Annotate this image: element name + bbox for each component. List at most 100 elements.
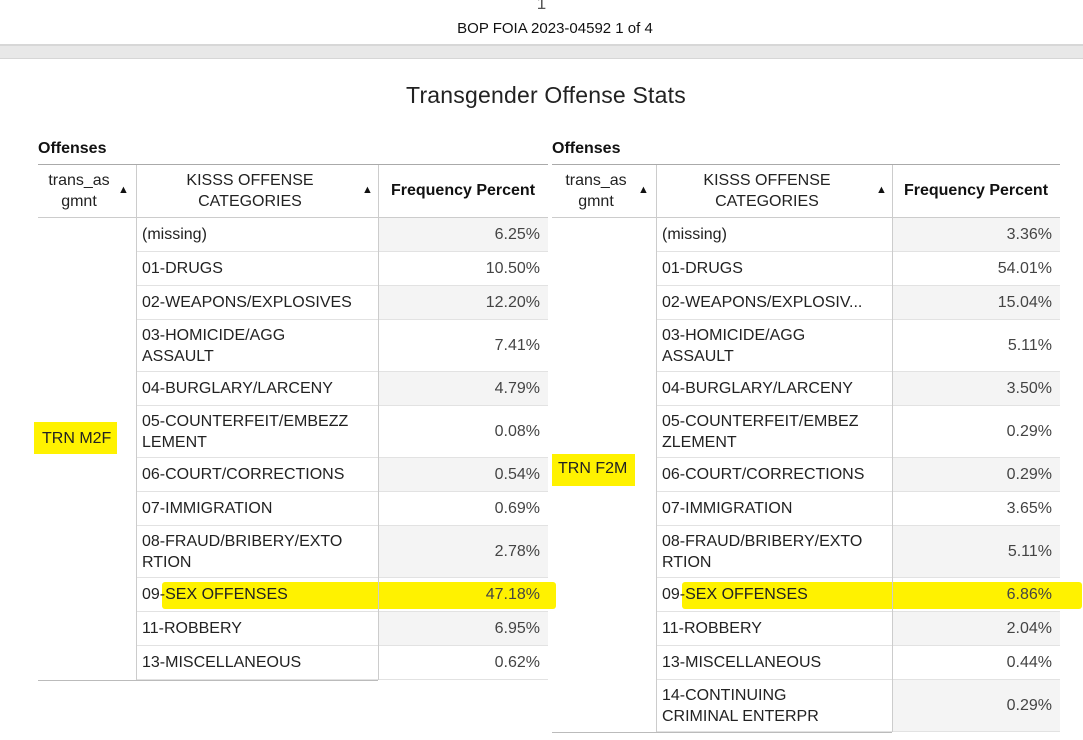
table-row: 11-ROBBERY 6.95% — [136, 612, 548, 646]
category-cell: 04-BURGLARY/LARCENY — [662, 380, 853, 397]
category-cell: 03-HOMICIDE/AGG ASSAULT — [142, 326, 286, 365]
header-category-column[interactable]: KISSS OFFENSE CATEGORIES — [136, 165, 364, 217]
category-cell: 05-COUNTERFEIT/EMBEZZLEMENT — [142, 412, 349, 451]
header-category-column[interactable]: KISSS OFFENSE CATEGORIES — [656, 165, 878, 217]
table-row: 04-BURGLARY/LARCENY 3.50% — [656, 372, 1060, 406]
group-value-trn-f2m: TRN F2M — [552, 454, 636, 486]
frequency-percent-cell: 10.50% — [485, 259, 540, 277]
category-cell: 04-BURGLARY/LARCENY — [142, 380, 333, 397]
table-row: 03-HOMICIDE/AGG ASSAULT 7.41% — [136, 320, 548, 372]
table-header: trans_as gmnt ▲ KISSS OFFENSE CATEGORIES ▲ Fre… — [38, 164, 548, 218]
frequency-percent-cell: 3.36% — [1006, 225, 1052, 243]
frequency-percent-cell: 0.29% — [1006, 422, 1052, 440]
category-cell: 02-WEAPONS/EXPLOSIV... — [662, 294, 863, 311]
column-divider — [136, 218, 137, 680]
sort-ascending-icon[interactable]: ▲ — [638, 184, 649, 196]
category-cell: 13-MISCELLANEOUS — [142, 654, 302, 671]
category-cell: 05-COUNTERFEIT/EMBEZZLEMENT — [662, 412, 859, 451]
frequency-percent-cell: 2.04% — [1006, 619, 1052, 637]
category-cell: 08-FRAUD/BRIBERY/EXTO RTION — [142, 532, 343, 571]
table-row: 03-HOMICIDE/AGG ASSAULT 5.11% — [656, 320, 1060, 372]
frequency-percent-cell: 2.78% — [494, 542, 540, 560]
frequency-percent-cell: 4.79% — [494, 379, 540, 397]
category-cell: 09-SEX OFFENSES — [142, 586, 288, 603]
frequency-percent-cell: 5.11% — [1007, 336, 1052, 354]
category-cell: 09-SEX OFFENSES — [662, 586, 808, 603]
header-frequency-percent[interactable]: Frequency Percent — [378, 165, 548, 217]
header-group-column[interactable]: trans_as gmnt — [38, 165, 120, 217]
offense-table-m2f: Offenses trans_as gmnt ▲ KISSS OFFENSE CATEGO… — [34, 140, 556, 681]
table-row: 04-BURGLARY/LARCENY 4.79% — [136, 372, 548, 406]
table-row: 05-COUNTERFEIT/EMBEZ ZLEMENT 0.29% — [656, 406, 1060, 458]
table-row: (missing) 3.36% — [656, 218, 1060, 252]
table-bottom-border — [38, 680, 378, 681]
frequency-percent-cell: 0.08% — [494, 422, 540, 440]
column-divider — [378, 218, 379, 680]
table-row: 07-IMMIGRATION 3.65% — [656, 492, 1060, 526]
category-cell: 11-ROBBERY — [142, 620, 242, 637]
header-frequency-percent[interactable]: Frequency Percent — [892, 165, 1060, 217]
frequency-percent-cell: 12.20% — [485, 293, 540, 311]
column-divider — [656, 218, 657, 732]
frequency-percent-cell: 0.69% — [494, 499, 540, 517]
category-cell: 11-ROBBERY — [662, 620, 762, 637]
frequency-percent-cell: 3.65% — [1006, 499, 1052, 517]
frequency-percent-cell: 0.29% — [1006, 465, 1052, 483]
frequency-percent-cell: 15.04% — [997, 293, 1052, 311]
frequency-percent-cell: 5.11% — [1007, 542, 1052, 560]
section-label: Offenses — [552, 140, 621, 157]
table-row: 09-SEX OFFENSES 6.86% — [656, 578, 1082, 612]
category-cell: 07-IMMIGRATION — [662, 500, 793, 517]
viewer-toolbar: 1 BOP FOIA 2023-04592 1 of 4 — [0, 0, 1083, 46]
table-row: 07-IMMIGRATION 0.69% — [136, 492, 548, 526]
table-header: trans_as gmnt ▲ KISSS OFFENSE CATEGORIES ▲ Fre… — [552, 164, 1060, 218]
table-row: 13-MISCELLANEOUS 0.44% — [656, 646, 1060, 680]
page-gap — [0, 46, 1083, 58]
category-cell: 06-COURT/CORRECTIONS — [662, 466, 865, 483]
category-cell: 01-DRUGS — [142, 260, 223, 277]
table-row: 14-CONTINUING CRIMINAL ENTERPR 0.29% — [656, 680, 1060, 732]
section-label: Offenses — [38, 140, 107, 157]
header-group-column[interactable]: trans_as gmnt — [552, 165, 640, 217]
table-row: (missing) 6.25% — [136, 218, 548, 252]
frequency-percent-cell: 0.62% — [494, 653, 540, 671]
document-id: BOP FOIA 2023-04592 1 of 4 — [457, 20, 653, 37]
category-cell: (missing) — [142, 226, 207, 243]
group-value-trn-m2f: TRN M2F — [34, 422, 118, 454]
table-row: 06-COURT/CORRECTIONS 0.54% — [136, 458, 548, 492]
frequency-percent-cell: 3.50% — [1006, 379, 1052, 397]
table-row: 02-WEAPONS/EXPLOSIVES 12.20% — [136, 286, 548, 320]
table-row: 01-DRUGS 10.50% — [136, 252, 548, 286]
table-bottom-border — [552, 732, 892, 733]
column-divider — [378, 165, 379, 217]
table-row: 11-ROBBERY 2.04% — [656, 612, 1060, 646]
category-cell: 14-CONTINUING CRIMINAL ENTERPR — [662, 686, 819, 725]
category-cell: 08-FRAUD/BRIBERY/EXTO RTION — [662, 532, 863, 571]
table-row: 01-DRUGS 54.01% — [656, 252, 1060, 286]
sort-ascending-icon[interactable]: ▲ — [362, 184, 373, 196]
frequency-percent-cell: 0.54% — [494, 465, 540, 483]
frequency-percent-cell: 7.41% — [494, 336, 540, 354]
column-divider — [656, 165, 657, 217]
table-row: 08-FRAUD/BRIBERY/EXTO RTION 2.78% — [136, 526, 548, 578]
column-divider — [892, 218, 893, 732]
category-cell: 06-COURT/CORRECTIONS — [142, 466, 345, 483]
category-cell: 07-IMMIGRATION — [142, 500, 273, 517]
report-title: Transgender Offense Stats — [406, 82, 686, 108]
category-cell: (missing) — [662, 226, 727, 243]
offense-table-f2m: Offenses trans_as gmnt ▲ KISSS OFFENSE CATEGO… — [552, 140, 1082, 739]
page-number: 1 — [536, 0, 547, 13]
category-cell: 03-HOMICIDE/AGG ASSAULT — [662, 326, 806, 365]
frequency-percent-cell: 6.95% — [494, 619, 540, 637]
sort-ascending-icon[interactable]: ▲ — [118, 184, 129, 196]
table-row: 13-MISCELLANEOUS 0.62% — [136, 646, 548, 680]
table-row: 02-WEAPONS/EXPLOSIV... 15.04% — [656, 286, 1060, 320]
table-row: 05-COUNTERFEIT/EMBEZZ LEMENT 0.08% — [136, 406, 548, 458]
category-cell: 13-MISCELLANEOUS — [662, 654, 822, 671]
category-cell: 02-WEAPONS/EXPLOSIVES — [142, 294, 352, 311]
frequency-percent-cell: 6.86% — [1006, 585, 1052, 603]
frequency-percent-cell: 6.25% — [494, 225, 540, 243]
frequency-percent-cell: 54.01% — [997, 259, 1052, 277]
sort-ascending-icon[interactable]: ▲ — [876, 184, 887, 196]
column-divider — [136, 165, 137, 217]
